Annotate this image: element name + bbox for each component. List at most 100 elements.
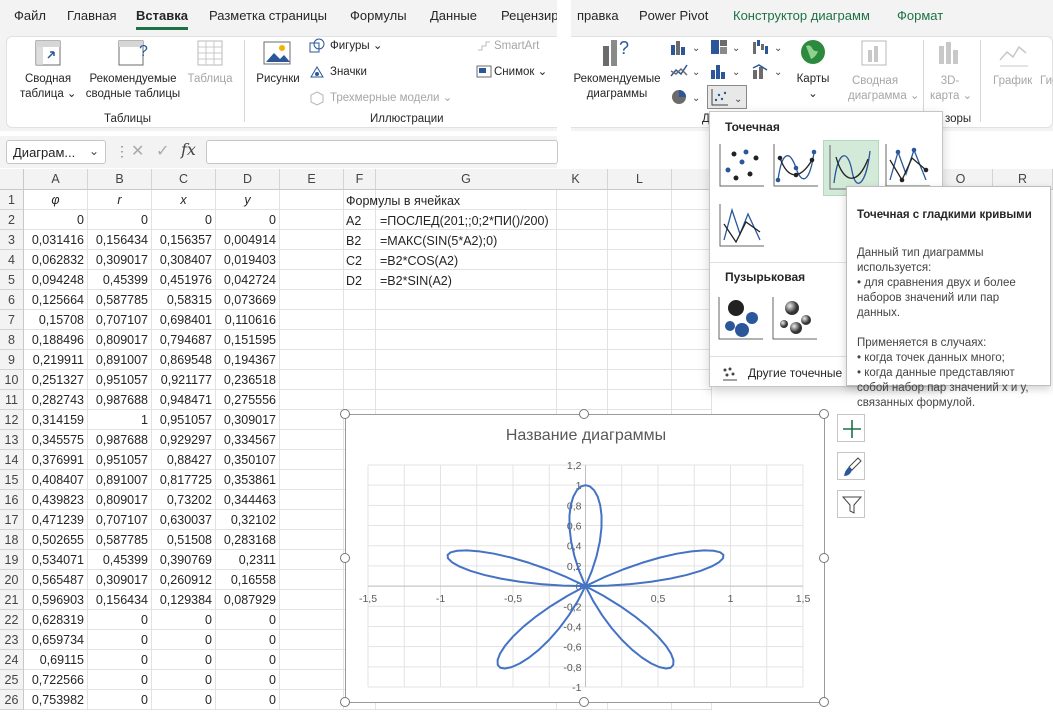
recommended-charts-button[interactable]: Рекомендуемые диаграммы [571, 72, 663, 102]
empty-cell[interactable] [376, 310, 557, 330]
empty-cell[interactable] [544, 390, 608, 410]
data-cell[interactable]: 0,282743 [24, 390, 88, 410]
empty-cell[interactable] [280, 550, 344, 570]
empty-cell[interactable] [608, 230, 672, 250]
formula-input[interactable] [206, 140, 558, 164]
data-cell[interactable]: 0 [88, 210, 152, 230]
resize-handle[interactable] [340, 553, 350, 563]
column-chart-icon[interactable]: ⌄ [670, 38, 706, 56]
data-cell[interactable]: 0,534071 [24, 550, 88, 570]
row-header[interactable]: 16 [0, 490, 24, 510]
row-header[interactable]: 13 [0, 430, 24, 450]
data-cell[interactable]: 0,891007 [88, 350, 152, 370]
cancel-icon[interactable]: ✕ [131, 141, 144, 161]
row-header[interactable]: 22 [0, 610, 24, 630]
tab-power-pivot[interactable]: Power Pivot [639, 8, 708, 23]
data-cell[interactable]: 0,188496 [24, 330, 88, 350]
header-cell[interactable]: x [152, 190, 216, 210]
data-cell[interactable]: 0 [88, 650, 152, 670]
data-cell[interactable]: 0,722566 [24, 670, 88, 690]
row-header[interactable]: 23 [0, 630, 24, 650]
tab-format[interactable]: Формат [897, 8, 943, 23]
header-cell[interactable]: y [216, 190, 280, 210]
data-cell[interactable]: 0,194367 [216, 350, 280, 370]
column-header[interactable] [672, 169, 712, 190]
scatter-chart-button[interactable]: ⌄ [707, 85, 747, 109]
pictures-icon[interactable] [262, 40, 294, 68]
row-header[interactable]: 1 [0, 190, 24, 210]
resize-handle[interactable] [340, 697, 350, 707]
data-cell[interactable]: 0,45399 [88, 270, 152, 290]
data-cell[interactable]: 0,334567 [216, 430, 280, 450]
data-cell[interactable]: 0,707107 [88, 510, 152, 530]
header-cell[interactable]: r [88, 190, 152, 210]
data-cell[interactable]: 0,350107 [216, 450, 280, 470]
chart-filters-button[interactable] [837, 490, 865, 518]
data-cell[interactable]: 0,110616 [216, 310, 280, 330]
data-cell[interactable]: 0,45399 [88, 550, 152, 570]
plot-area[interactable]: -1,5 -1 -0,5 0,5 1 1,51,210,80,60,40,20-0,2-0… [346, 415, 826, 704]
data-cell[interactable]: 0,309017 [216, 410, 280, 430]
empty-cell[interactable] [672, 210, 712, 230]
data-cell[interactable]: 0,283168 [216, 530, 280, 550]
resize-handle[interactable] [819, 409, 829, 419]
data-cell[interactable]: 0,58315 [152, 290, 216, 310]
empty-cell[interactable] [376, 290, 557, 310]
empty-cell[interactable] [280, 430, 344, 450]
data-cell[interactable]: 0,630037 [152, 510, 216, 530]
empty-cell[interactable] [608, 250, 672, 270]
data-cell[interactable]: 0 [216, 610, 280, 630]
data-cell[interactable]: 0,16558 [216, 570, 280, 590]
row-header[interactable]: 5 [0, 270, 24, 290]
data-cell[interactable]: 0,809017 [88, 330, 152, 350]
data-cell[interactable]: 0,094248 [24, 270, 88, 290]
empty-cell[interactable] [672, 310, 712, 330]
bubble-option[interactable] [716, 294, 766, 344]
empty-cell[interactable] [672, 270, 712, 290]
data-cell[interactable]: 0,88427 [152, 450, 216, 470]
icons-button[interactable]: Значки [330, 65, 367, 80]
data-cell[interactable]: 0,69115 [24, 650, 88, 670]
resize-handle[interactable] [819, 553, 829, 563]
data-cell[interactable]: 0,73202 [152, 490, 216, 510]
data-cell[interactable]: 0,251327 [24, 370, 88, 390]
hierarchy-chart-icon[interactable]: ⌄ [710, 38, 746, 56]
empty-cell[interactable] [544, 330, 608, 350]
empty-cell[interactable] [672, 370, 712, 390]
line-chart-icon[interactable]: ⌄ [670, 62, 706, 80]
empty-cell[interactable] [544, 190, 608, 210]
maps-icon[interactable] [798, 38, 828, 68]
data-cell[interactable]: 0,345575 [24, 430, 88, 450]
data-cell[interactable]: 0,659734 [24, 630, 88, 650]
empty-cell[interactable] [544, 210, 608, 230]
data-cell[interactable]: 0,921177 [152, 370, 216, 390]
data-cell[interactable]: 0,2311 [216, 550, 280, 570]
screenshot-button[interactable]: Снимок ⌄ [494, 65, 547, 80]
empty-cell[interactable] [672, 390, 712, 410]
empty-cell[interactable] [672, 290, 712, 310]
row-header[interactable]: 20 [0, 570, 24, 590]
data-cell[interactable]: 0 [152, 670, 216, 690]
scatter-option-straight-markers[interactable] [882, 140, 932, 192]
column-header[interactable]: L [608, 169, 672, 190]
shapes-icon[interactable] [309, 38, 325, 54]
screenshot-icon[interactable] [476, 64, 492, 80]
data-cell[interactable]: 0 [152, 650, 216, 670]
empty-cell[interactable] [608, 310, 672, 330]
data-cell[interactable]: 0,15708 [24, 310, 88, 330]
data-cell[interactable]: 0,344463 [216, 490, 280, 510]
empty-cell[interactable] [344, 310, 376, 330]
data-cell[interactable]: 0,707107 [88, 310, 152, 330]
data-cell[interactable]: 0 [88, 670, 152, 690]
enter-icon[interactable]: ✓ [156, 141, 169, 161]
empty-cell[interactable] [544, 370, 608, 390]
data-cell[interactable]: 0 [152, 690, 216, 710]
data-cell[interactable]: 0,062832 [24, 250, 88, 270]
data-cell[interactable]: 0,125664 [24, 290, 88, 310]
row-header[interactable]: 4 [0, 250, 24, 270]
row-header[interactable]: 3 [0, 230, 24, 250]
data-cell[interactable]: 0,309017 [88, 250, 152, 270]
tab-review[interactable]: Рецензир [501, 8, 559, 23]
resize-handle[interactable] [819, 697, 829, 707]
data-cell[interactable]: 0 [88, 630, 152, 650]
